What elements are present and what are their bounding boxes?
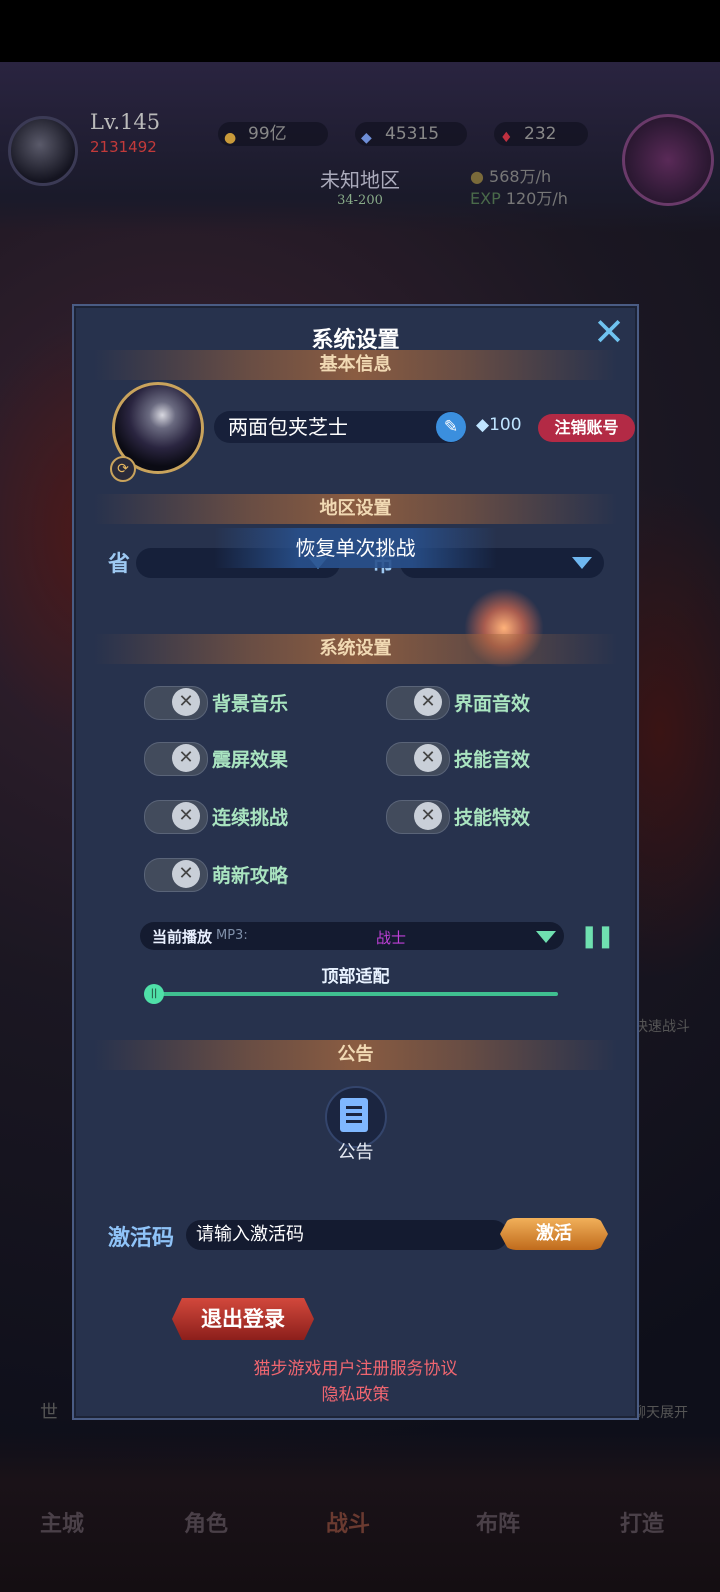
gold-icon: ● (224, 130, 237, 146)
now-playing-label: 当前播放 (152, 928, 213, 946)
toggle-skill-sfx[interactable]: ✕ 技能音效 (386, 742, 624, 776)
chevron-down-icon (536, 931, 556, 943)
player-power: 2131492 (90, 138, 157, 156)
nav-battle[interactable]: 战斗 (326, 1506, 370, 1538)
x-icon: ✕ (172, 744, 200, 772)
nav-main-city[interactable]: 主城 (40, 1506, 84, 1538)
gold-coin-icon: ● (470, 167, 490, 186)
diamond-icon: ◆ (476, 415, 490, 435)
quest-scroll-icon[interactable] (622, 114, 714, 206)
slider-thumb[interactable]: || (144, 984, 164, 1004)
toggle-continuous-challenge[interactable]: ✕ 连续挑战 (144, 800, 382, 834)
player-level: Lv.145 (90, 110, 161, 134)
x-icon: ✕ (414, 688, 442, 716)
pause-icon[interactable]: ❚❚ (580, 924, 615, 949)
section-system: 系统设置 (94, 634, 617, 664)
x-icon: ✕ (172, 802, 200, 830)
user-agreement-link[interactable]: 猫步游戏用户注册服务协议 (74, 1354, 637, 1379)
player-avatar-small[interactable] (8, 116, 78, 186)
ruby-icon: ♦ (500, 130, 513, 146)
section-region: 地区设置 (94, 494, 617, 524)
world-chat-label[interactable]: 世 (40, 1398, 58, 1424)
x-icon: ✕ (172, 688, 200, 716)
nav-forge[interactable]: 打造 (620, 1506, 664, 1538)
ruby-counter: ♦ 232 (494, 122, 588, 146)
nav-formation[interactable]: 布阵 (476, 1506, 520, 1538)
province-label: 省 (108, 551, 131, 577)
top-fit-slider[interactable]: || (144, 984, 558, 1004)
activation-code-input[interactable]: 请输入激活码 (186, 1220, 508, 1250)
quick-battle-label[interactable]: 快速战斗 (634, 1016, 690, 1036)
x-icon: ✕ (414, 802, 442, 830)
chat-expand-label[interactable]: 聊天展开 (632, 1402, 688, 1422)
chevron-down-icon (572, 557, 592, 569)
notice-button-label: 公告 (337, 1142, 374, 1163)
toggle-skill-effects[interactable]: ✕ 技能特效 (386, 800, 624, 834)
section-basic-info: 基本信息 (94, 350, 617, 380)
player-name-field[interactable]: 两面包夹芝士 (214, 411, 466, 443)
edit-name-pencil-icon[interactable]: ✎ (436, 412, 466, 442)
swap-avatar-icon[interactable]: ⟳ (110, 456, 136, 482)
privacy-policy-link[interactable]: 隐私政策 (74, 1380, 637, 1405)
x-icon: ✕ (414, 744, 442, 772)
nav-role[interactable]: 角色 (184, 1506, 228, 1538)
activate-button[interactable]: 激活 (500, 1218, 608, 1250)
logout-button[interactable]: 退出登录 (172, 1298, 314, 1340)
activation-code-label: 激活码 (108, 1225, 175, 1251)
music-select[interactable]: 当前播放 MP3: 战士 (140, 922, 564, 950)
zone-info: 未知地区 34-200 (320, 168, 400, 208)
top-hud: Lv.145 2131492 ● 99亿 ◆ 45315 ♦ 232 未知地区 34-2… (0, 62, 720, 232)
toast-message: 恢复单次挑战 (214, 528, 497, 568)
diamond-icon: ◆ (361, 130, 372, 146)
diamond-counter: ◆ 45315 (355, 122, 467, 146)
close-icon[interactable]: ✕ (589, 312, 629, 352)
toggle-newbie-guide[interactable]: ✕ 萌新攻略 (144, 858, 382, 892)
toggle-bgm[interactable]: ✕ 背景音乐 (144, 686, 382, 720)
cancel-account-button[interactable]: 注销账号 (538, 414, 635, 442)
mp3-label: MP3: (216, 928, 248, 943)
top-fit-label: 顶部适配 (321, 967, 390, 987)
rename-cost: ◆100 (476, 415, 522, 435)
section-notice: 公告 (94, 1040, 617, 1070)
x-icon: ✕ (172, 860, 200, 888)
document-icon (340, 1098, 368, 1132)
current-song: 战士 (376, 929, 407, 947)
toggle-ui-sfx[interactable]: ✕ 界面音效 (386, 686, 624, 720)
toggle-screen-shake[interactable]: ✕ 震屏效果 (144, 742, 382, 776)
system-settings-panel: 系统设置 ✕ 基本信息 ⟳ 两面包夹芝士 ✎ ◆100 注销账号 地区设置 省 … (72, 304, 639, 1420)
gold-counter: ● 99亿 (218, 122, 328, 146)
idle-rates: ● 568万/h EXP 120万/h (470, 167, 568, 208)
